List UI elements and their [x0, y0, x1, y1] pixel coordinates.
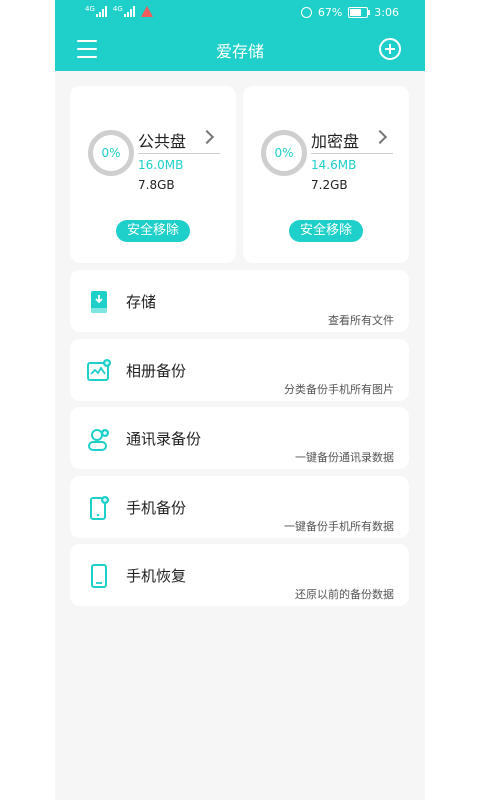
clock: 3:06 [374, 6, 399, 19]
feature-row-phone-restore[interactable]: 手机恢复 还原以前的备份数据 [70, 544, 409, 606]
row-subtitle: 一键备份手机所有数据 [284, 520, 394, 533]
usage-percent: 0% [101, 146, 121, 160]
feature-row-contacts-backup[interactable]: 通讯录备份 一键备份通讯录数据 [70, 407, 409, 469]
row-subtitle: 还原以前的备份数据 [295, 588, 394, 601]
row-title: 相册备份 [126, 362, 187, 380]
usage-ring: 0% [88, 130, 134, 176]
chevron-right-icon[interactable] [199, 129, 215, 145]
disk-card-public[interactable]: 0% 公共盘 16.0MB 7.8GB 安全移除 [70, 86, 236, 263]
disk-name: 加密盘 [311, 132, 360, 151]
app-header: 爱存储 [55, 28, 425, 71]
network-type-label-2: 4G [112, 5, 123, 13]
add-icon[interactable] [379, 38, 401, 60]
phone-backup-icon [90, 496, 109, 520]
chevron-right-icon[interactable] [372, 129, 388, 145]
disk-card-encrypted[interactable]: 0% 加密盘 14.6MB 7.2GB 安全移除 [243, 86, 409, 263]
disk-total: 7.8GB [138, 178, 175, 192]
divider [138, 153, 220, 154]
alarm-icon [300, 7, 312, 18]
app-screen: 4G 4G 67% 3:06 爱存储 0% 公共盘 16.0MB 7.8GB 安… [55, 0, 425, 800]
usage-percent: 0% [274, 146, 294, 160]
safe-remove-button[interactable]: 安全移除 [116, 220, 190, 242]
battery-icon [348, 7, 371, 18]
row-subtitle: 一键备份通讯录数据 [295, 451, 394, 464]
photo-backup-icon [87, 359, 111, 381]
row-subtitle: 查看所有文件 [328, 314, 394, 327]
disk-name: 公共盘 [138, 132, 187, 151]
signal-icon-2: 4G [112, 5, 135, 17]
row-subtitle: 分类备份手机所有图片 [284, 383, 394, 396]
safe-remove-button[interactable]: 安全移除 [289, 220, 363, 242]
row-title: 存储 [126, 293, 157, 311]
status-left: 4G 4G [85, 5, 153, 17]
disk-used: 14.6MB [311, 158, 357, 172]
warning-icon [140, 6, 153, 17]
row-title: 手机备份 [126, 499, 187, 517]
signal-icon-1: 4G [85, 5, 107, 17]
row-title: 通讯录备份 [126, 430, 202, 448]
battery-percent: 67% [317, 6, 343, 19]
usage-ring: 0% [261, 130, 307, 176]
network-type-label: 4G [85, 5, 95, 13]
status-bar: 4G 4G 67% 3:06 [55, 0, 425, 28]
storage-icon [91, 291, 107, 313]
disk-used: 16.0MB [138, 158, 184, 172]
contacts-backup-icon [88, 429, 109, 451]
battery-fill [350, 9, 362, 16]
feature-row-photo-backup[interactable]: 相册备份 分类备份手机所有图片 [70, 339, 409, 401]
divider [311, 153, 393, 154]
page-title: 爱存储 [215, 42, 264, 61]
row-title: 手机恢复 [126, 567, 187, 585]
disk-total: 7.2GB [311, 178, 348, 192]
phone-restore-icon [91, 564, 107, 588]
feature-row-phone-backup[interactable]: 手机备份 一键备份手机所有数据 [70, 476, 409, 538]
status-right: 67% 3:06 [300, 6, 399, 19]
feature-row-storage[interactable]: 存储 查看所有文件 [70, 270, 409, 332]
